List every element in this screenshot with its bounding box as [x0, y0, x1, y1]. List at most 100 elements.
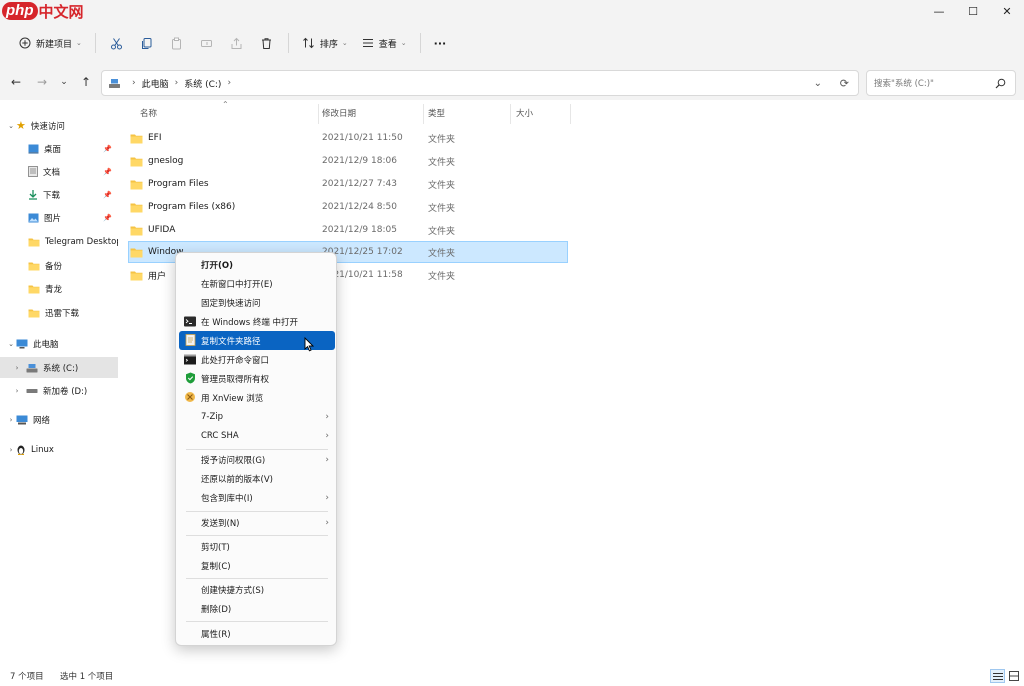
close-button[interactable]: ✕ [990, 0, 1024, 22]
nav-linux-label: Linux [31, 444, 54, 455]
table-row[interactable]: gneslog 2021/12/9 18:06 文件夹 [128, 150, 568, 172]
nav-item-qinglong[interactable]: 青龙 [0, 278, 118, 299]
paste-icon [172, 37, 182, 49]
menu-item-properties[interactable]: 属性(R) [179, 624, 335, 643]
table-row[interactable]: UFIDA 2021/12/9 18:05 文件夹 [128, 219, 568, 241]
search-placeholder: 搜索"系统 (C:)" [874, 79, 934, 89]
nav-item-telegram[interactable]: Telegram Desktop [0, 231, 118, 252]
menu-item-crc-sha[interactable]: CRC SHA › [179, 426, 335, 445]
nav-item-documents[interactable]: 文档 📌 [0, 161, 118, 182]
address-bar[interactable]: › 此电脑 › 系统 (C:) › ⌄ ⟳ [101, 70, 859, 96]
menu-item-grant-access[interactable]: 授予访问权限(G) › [179, 450, 335, 469]
menu-item-create-shortcut[interactable]: 创建快捷方式(S) [179, 580, 335, 599]
nav-this-pc[interactable]: ⌄ 此电脑 [0, 333, 118, 354]
new-item-button[interactable]: 新建项目 ⌄ [12, 29, 89, 57]
column-header-date[interactable]: 修改日期 [322, 107, 356, 121]
expand-chevron-icon: › [15, 386, 19, 395]
table-row[interactable]: Program Files 2021/12/27 7:43 文件夹 [128, 173, 568, 195]
column-header-type[interactable]: 类型 [428, 107, 445, 121]
menu-item-open-terminal[interactable]: 在 Windows 终端 中打开 [179, 312, 335, 331]
up-button[interactable]: ↑ [76, 72, 96, 92]
folder-icon [130, 133, 143, 144]
tiles-view-button[interactable] [1008, 670, 1020, 682]
file-name: gneslog [148, 156, 184, 166]
pin-icon: 📌 [103, 213, 112, 222]
nav-item-pictures[interactable]: 图片 📌 [0, 207, 118, 228]
minimize-button[interactable]: — [922, 0, 956, 22]
nav-linux[interactable]: › Linux [0, 439, 118, 460]
menu-item-label: 在新窗口中打开(E) [201, 279, 273, 290]
nav-drive-d[interactable]: › 新加卷 (D:) [0, 380, 118, 401]
share-button[interactable] [222, 29, 252, 57]
sort-button[interactable]: 排序 ⌄ [295, 29, 355, 57]
file-date: 2021/10/21 11:50 [322, 133, 403, 143]
watermark-logo: php [2, 2, 38, 20]
table-row[interactable]: Program Files (x86) 2021/12/24 8:50 文件夹 [128, 196, 568, 218]
column-header-name[interactable]: 名称 [140, 107, 157, 121]
file-type: 文件夹 [428, 157, 456, 168]
address-dropdown-button[interactable]: ⌄ [814, 78, 822, 89]
view-button[interactable]: 查看 ⌄ [355, 29, 414, 57]
nav-item-desktop[interactable]: 桌面 📌 [0, 138, 118, 159]
menu-item-copy[interactable]: 复制(C) [179, 556, 335, 575]
menu-item-send-to[interactable]: 发送到(N) › [179, 513, 335, 532]
menu-item-open-new-window[interactable]: 在新窗口中打开(E) [179, 274, 335, 293]
picture-icon [28, 213, 39, 223]
cut-button[interactable] [102, 29, 132, 57]
expand-chevron-icon: ⌄ [8, 121, 14, 130]
maximize-button[interactable]: ☐ [956, 0, 990, 22]
menu-item-7zip[interactable]: 7-Zip › [179, 407, 335, 426]
nav-drive-d-label: 新加卷 (D:) [43, 386, 88, 397]
toolbar-divider [287, 33, 289, 53]
table-row[interactable]: EFI 2021/10/21 11:50 文件夹 [128, 127, 568, 149]
submenu-arrow-icon: › [325, 454, 329, 465]
forward-button[interactable]: → [32, 72, 52, 92]
breadcrumb-separator: › [227, 78, 232, 88]
address-row: ← → ⌄ ↑ › 此电脑 › 系统 (C:) › ⌄ ⟳ 搜索"系统 (C:)… [0, 66, 1024, 98]
nav-item-backup[interactable]: 备份 [0, 255, 118, 276]
folder-icon [130, 156, 143, 167]
menu-item-open[interactable]: 打开(O) [179, 255, 335, 274]
rename-button[interactable] [192, 29, 222, 57]
menu-item-label: 此处打开命令窗口 [201, 355, 270, 366]
item-count: 7 个项目 [10, 672, 44, 682]
nav-item-thunder[interactable]: 迅雷下载 [0, 302, 118, 323]
details-view-button[interactable] [990, 669, 1005, 683]
folder-icon [130, 225, 143, 236]
nav-item-downloads[interactable]: 下载 📌 [0, 184, 118, 205]
menu-item-cut[interactable]: 剪切(T) [179, 537, 335, 556]
copy-button[interactable] [132, 29, 162, 57]
menu-item-delete[interactable]: 删除(D) [179, 599, 335, 618]
document-icon [28, 166, 38, 177]
breadcrumb-this-pc[interactable]: 此电脑 [142, 77, 169, 90]
menu-item-label: 打开(O) [201, 260, 233, 271]
delete-button[interactable] [252, 29, 282, 57]
file-date: 2021/12/24 8:50 [322, 202, 397, 212]
nav-network[interactable]: › 网络 [0, 409, 118, 430]
refresh-button[interactable]: ⟳ [840, 77, 849, 90]
command-bar: 新建项目 ⌄ 排序 ⌄ 查看 ⌄ ··· [0, 26, 1024, 60]
search-icon [995, 78, 1006, 92]
search-box[interactable]: 搜索"系统 (C:)" [866, 70, 1016, 96]
back-button[interactable]: ← [6, 72, 26, 92]
menu-item-restore-versions[interactable]: 还原以前的版本(V) [179, 469, 335, 488]
star-icon: ★ [16, 119, 26, 132]
menu-item-pin-quick-access[interactable]: 固定到快速访问 [179, 293, 335, 312]
breadcrumb-drive-c[interactable]: 系统 (C:) [184, 77, 221, 90]
menu-item-label: 固定到快速访问 [201, 298, 261, 309]
nav-item-label: 图片 [44, 213, 62, 224]
more-options-button[interactable]: ··· [427, 29, 454, 57]
menu-item-label: 创建快捷方式(S) [201, 585, 265, 596]
file-type: 文件夹 [428, 226, 456, 237]
nav-quick-access[interactable]: ⌄ ★ 快速访问 [0, 115, 118, 136]
recent-locations-button[interactable]: ⌄ [54, 72, 74, 92]
menu-item-label: 剪切(T) [201, 542, 230, 553]
file-type: 文件夹 [428, 134, 456, 145]
paste-button[interactable] [162, 29, 192, 57]
menu-item-xnview[interactable]: 用 XnView 浏览 [179, 388, 335, 407]
column-header-size[interactable]: 大小 [516, 107, 533, 121]
menu-item-take-ownership[interactable]: 管理员取得所有权 [179, 369, 335, 388]
folder-icon [130, 247, 143, 258]
nav-drive-c[interactable]: › 系统 (C:) [0, 357, 118, 378]
menu-item-include-library[interactable]: 包含到库中(I) › [179, 488, 335, 507]
